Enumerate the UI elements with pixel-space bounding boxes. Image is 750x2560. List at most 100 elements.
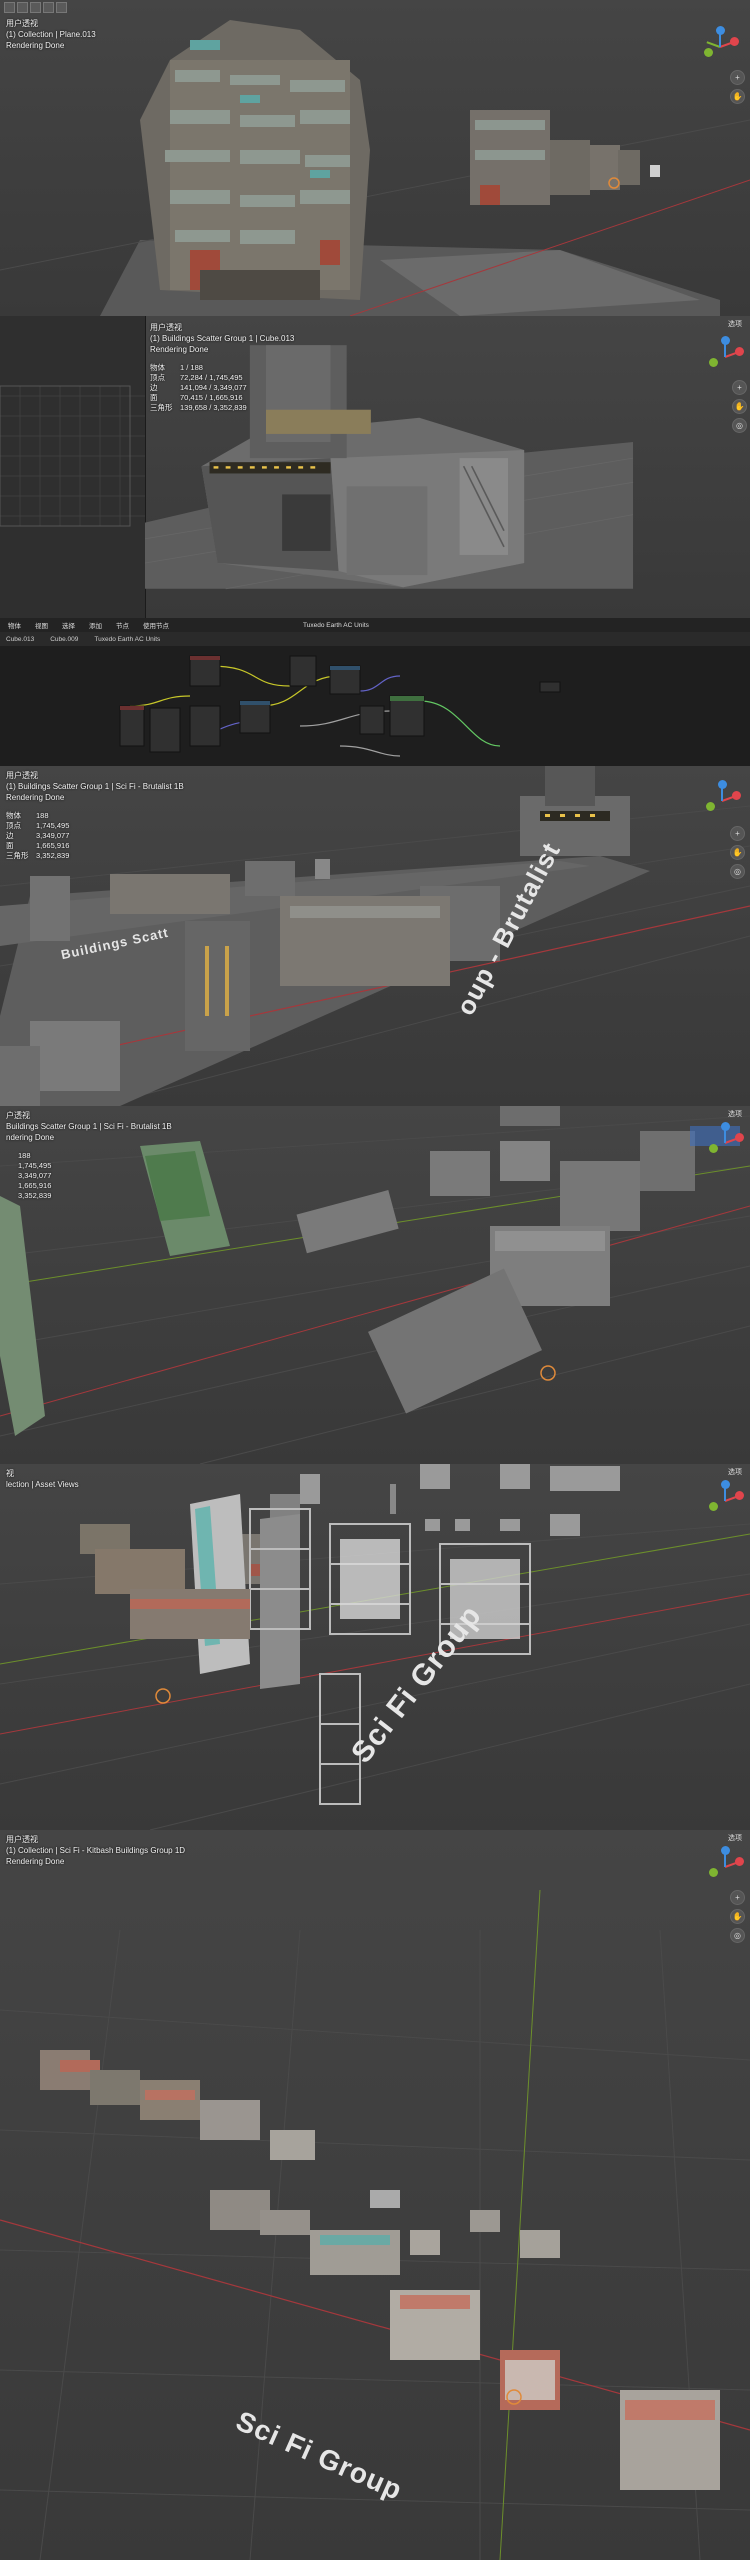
use-nodes-toggle[interactable]: 使用节点 [143,620,169,630]
menu-item[interactable]: 添加 [89,620,102,630]
side-editor[interactable] [0,316,146,618]
viewport-toolbar[interactable] [0,0,100,14]
material-name[interactable]: Tuxedo Earth AC Units [303,622,369,629]
x-axis-icon[interactable] [735,1491,744,1500]
camera-icon[interactable]: ◎ [732,418,747,433]
viewport-info: 户透视 Buildings Scatter Group 1 | Sci Fi -… [6,1110,172,1201]
pan-icon[interactable]: ✋ [732,399,747,414]
node-canvas[interactable] [0,646,750,766]
x-axis-icon[interactable] [735,347,744,356]
y-axis-icon[interactable] [706,802,715,811]
x-axis-icon[interactable] [732,791,741,800]
active-object: (1) Buildings Scatter Group 1 | Sci Fi -… [6,782,184,791]
stat-row: 三角形 139,658 / 3,352,839 [150,403,247,412]
zoom-icon[interactable]: + [730,826,745,841]
viewport-panel-5[interactable]: Sci Fi Group 视 lection | Asset Views 选项 [0,1464,750,1832]
viewport-panel-6[interactable]: Sci Fi Group 用户透视 (1) Collection | Sci F… [0,1830,750,2560]
options-menu[interactable]: 选项 [728,319,742,329]
z-axis-icon[interactable] [721,336,730,345]
camera-icon[interactable]: ◎ [730,864,745,879]
stat-row: 顶点 72,284 / 1,745,495 [150,373,243,382]
viewport-scene [0,1464,750,1830]
menu-item[interactable]: 选择 [62,620,75,630]
zoom-icon[interactable]: + [732,380,747,395]
render-status: Rendering Done [6,793,65,802]
viewport-info: 用户透视 (1) Collection | Plane.013 Renderin… [6,18,96,51]
node-editor-header: 物体 视图 选择 添加 节点 使用节点 Tuxedo Earth AC Unit… [0,618,750,632]
stat-row: 边 3,349,077 [6,831,70,840]
z-axis-icon[interactable] [718,780,727,789]
breadcrumb-item[interactable]: Cube.013 [6,636,34,643]
active-object: (1) Collection | Sci Fi - Kitbash Buildi… [6,1846,186,1855]
stat-row: 面 1,665,916 [6,841,70,850]
render-status: Rendering Done [150,345,209,354]
viewport-panel-1[interactable]: 用户透视 (1) Collection | Plane.013 Renderin… [0,0,750,318]
viewport-panel-4[interactable]: 户透视 Buildings Scatter Group 1 | Sci Fi -… [0,1106,750,1466]
render-status: ndering Done [6,1133,55,1142]
view-mode: 用户透视 [150,323,182,332]
pan-icon[interactable]: ✋ [730,1909,745,1924]
tool-icon[interactable] [30,2,41,13]
breadcrumb-item[interactable]: Tuxedo Earth AC Units [94,636,160,643]
active-object: lection | Asset Views [6,1480,79,1489]
y-axis-icon[interactable] [709,358,718,367]
pan-icon[interactable]: ✋ [730,89,745,104]
y-axis-icon[interactable] [709,1868,718,1877]
tower-building [140,20,370,300]
viewport-info: 用户透视 (1) Buildings Scatter Group 1 | Cub… [150,322,294,413]
active-object: (1) Collection | Plane.013 [6,30,96,39]
axis-gizmo[interactable] [705,1480,745,1520]
viewport-panel-3[interactable]: Buildings Scatt oup - Brutalist 用户透视 (1)… [0,766,750,1108]
zoom-icon[interactable]: + [730,1890,745,1905]
stat-row: 1,745,495 [18,1161,52,1170]
tool-icon[interactable] [43,2,54,13]
pan-icon[interactable]: ✋ [730,845,745,860]
z-axis-icon[interactable] [721,1480,730,1489]
stat-row: 顶点 1,745,495 [6,821,70,830]
options-menu[interactable]: 选项 [728,1109,742,1119]
stat-row: 3,352,839 [18,1191,52,1200]
z-axis-icon[interactable] [721,1122,730,1131]
axis-gizmo[interactable] [705,1122,745,1162]
nav-controls: + ✋ ◎ [730,1890,745,1947]
y-axis-icon[interactable] [709,1144,718,1153]
z-axis-icon[interactable] [716,26,725,35]
render-status: Rendering Done [6,41,65,50]
view-mode: 视 [6,1469,14,1478]
axis-gizmo[interactable] [705,1846,745,1886]
axis-gizmo[interactable] [700,26,740,66]
z-axis-icon[interactable] [721,1846,730,1855]
y-axis-icon[interactable] [709,1502,718,1511]
y-axis-icon[interactable] [704,48,713,57]
stat-row: 3,349,077 [18,1171,52,1180]
x-axis-icon[interactable] [735,1133,744,1142]
options-menu[interactable]: 选项 [728,1467,742,1477]
axis-gizmo[interactable] [705,336,745,376]
stat-row: 物体 188 [6,811,49,820]
distant-buildings [470,110,660,205]
x-axis-icon[interactable] [735,1857,744,1866]
stat-row: 188 [18,1151,31,1160]
menu-item[interactable]: 视图 [35,620,48,630]
node-editor-panel[interactable]: 物体 视图 选择 添加 节点 使用节点 Tuxedo Earth AC Unit… [0,618,750,768]
nav-controls: + ✋ ◎ [730,826,745,883]
node [119,655,561,753]
nav-controls: + ✋ ◎ [732,380,747,437]
viewport-scene [0,1889,750,2560]
camera-icon[interactable]: ◎ [730,1928,745,1943]
menu-item[interactable]: 节点 [116,620,129,630]
stat-row: 面 70,415 / 1,665,916 [150,393,243,402]
tool-icon[interactable] [4,2,15,13]
axis-gizmo[interactable] [702,780,742,820]
breadcrumb-item[interactable]: Cube.009 [50,636,78,643]
scene-statistics: 物体 1 / 188 顶点 72,284 / 1,745,495 边 141,094 … [150,363,294,413]
options-menu[interactable]: 选项 [728,1833,742,1843]
viewport-panel-2[interactable]: 用户透视 (1) Buildings Scatter Group 1 | Cub… [0,316,750,620]
x-axis-icon[interactable] [730,37,739,46]
zoom-icon[interactable]: + [730,70,745,85]
view-mode: 用户透视 [6,19,38,28]
tool-icon[interactable] [17,2,28,13]
menu-item[interactable]: 物体 [8,620,21,630]
tool-icon[interactable] [56,2,67,13]
uv-grid [0,385,145,527]
